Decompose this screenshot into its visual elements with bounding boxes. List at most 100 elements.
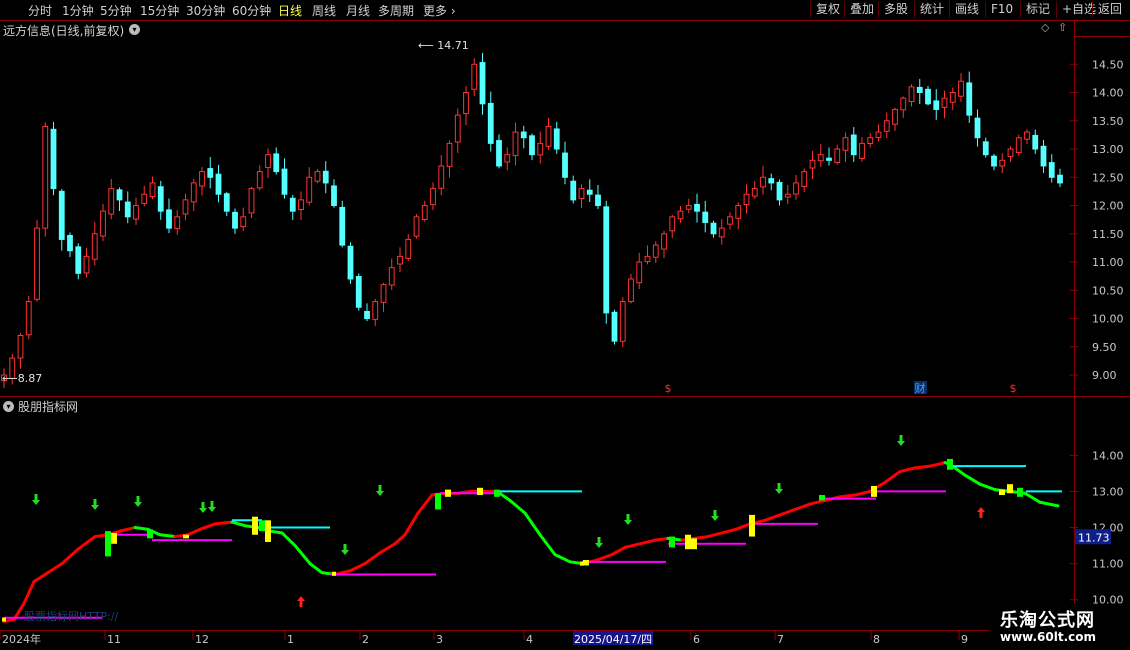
candle-body: [25, 301, 32, 336]
indicator-line-segment: [853, 489, 872, 497]
price-tick-label: 10.00: [1092, 313, 1124, 326]
candle-body: [916, 86, 923, 94]
candle-body: [471, 63, 478, 90]
indicator-line-segment: [403, 511, 420, 537]
signal-bar: [1017, 487, 1023, 497]
candle-body: [628, 278, 634, 303]
candle-body: [850, 134, 857, 156]
indicator-line-segment: [186, 527, 202, 537]
arrow-down-green-icon: [376, 485, 384, 496]
indicator-line-segment: [133, 526, 150, 531]
indicator-line-segment: [523, 511, 542, 537]
price-tick-label: 12.50: [1092, 171, 1124, 184]
arrow-down-green-icon: [199, 502, 207, 513]
candle-body: [520, 131, 527, 139]
candle-body: [991, 155, 997, 167]
candle-body: [834, 148, 841, 163]
candle-body: [875, 131, 882, 139]
candle-body: [677, 210, 684, 220]
indicator-line-segment: [913, 464, 932, 470]
date-label: 2: [362, 633, 369, 646]
watermark: 乐淘公式网 www.60lt.com: [990, 604, 1130, 650]
candle-body: [974, 117, 981, 139]
candle-body: [289, 197, 296, 212]
arrow-down-green-icon: [624, 514, 632, 525]
indicator-line-segment: [308, 562, 324, 575]
indicator-line-segment: [268, 529, 284, 535]
date-label: 9: [961, 633, 968, 646]
candle-body: [215, 173, 222, 195]
indicator-tick-label: 11.00: [1092, 558, 1124, 571]
arrow-down-green-icon: [595, 537, 603, 548]
candle-body: [933, 100, 940, 110]
price-marker-dollar-2: $: [1010, 382, 1017, 395]
indicator-tick-label: 13.00: [1092, 485, 1124, 498]
candle-body: [223, 193, 230, 212]
indicator-line-segment: [46, 562, 64, 575]
signal-bar: [947, 458, 953, 470]
signal-bar: [252, 516, 258, 535]
indicator-line-segment: [158, 533, 177, 539]
indicator-faint-text: 股票指标网HTTP://: [24, 609, 119, 623]
low-price-label: ⟵8.87: [2, 372, 42, 385]
candle-body: [661, 233, 667, 250]
price-tick-label: 12.00: [1092, 200, 1124, 213]
signal-dot: [332, 571, 336, 576]
date-label: 6: [693, 633, 700, 646]
candle-body: [463, 92, 469, 115]
candle-body: [116, 189, 123, 201]
candle-body: [776, 181, 783, 201]
indicator-line-segment: [763, 513, 782, 522]
candle-body: [578, 188, 585, 200]
indicator-line-segment: [883, 470, 902, 484]
kline-chart[interactable]: 14.50 14.00 13.50 13.00 12.50 12.00 11.50 11.00…: [0, 0, 1130, 650]
candle-body: [405, 238, 412, 259]
candle-body: [149, 182, 156, 198]
candle-body: [141, 193, 148, 204]
signal-bar: [691, 538, 697, 550]
candle-body: [322, 170, 329, 184]
signal-dot: [2, 617, 6, 622]
indicator-line-segment: [693, 535, 710, 540]
candle-body: [702, 211, 709, 223]
candle-body: [364, 310, 370, 320]
date-label: 2024年: [2, 632, 41, 646]
candle-body: [347, 245, 354, 280]
indicator-line-segment: [553, 553, 572, 564]
indicator-line-segment: [538, 533, 557, 557]
candle-body: [355, 276, 362, 308]
candle-body: [718, 227, 725, 238]
indicator-line-segment: [808, 498, 827, 506]
candle-body: [75, 246, 82, 274]
candle-body: [232, 211, 238, 229]
candle-body: [388, 267, 395, 286]
current-value-label: 11.73: [1078, 531, 1110, 544]
indicator-line-segment: [293, 544, 312, 566]
signal-bar: [871, 486, 877, 497]
high-price-label: ⟵ 14.71: [418, 39, 469, 52]
candle-body: [298, 199, 304, 210]
candle-body: [966, 82, 973, 116]
candle-body: [430, 188, 436, 206]
candle-body: [669, 216, 676, 232]
price-tick-label: 11.50: [1092, 228, 1124, 241]
candle-body: [42, 125, 49, 229]
candle-body: [256, 171, 263, 189]
arrow-down-green-icon: [775, 483, 783, 494]
candle-body: [166, 209, 172, 229]
watermark-url: www.60lt.com: [1000, 630, 1097, 644]
signal-bar: [1007, 484, 1013, 494]
candle-body: [487, 102, 494, 144]
candle-body: [1015, 137, 1022, 154]
price-tick-label: 13.50: [1092, 115, 1124, 128]
indicator-tick-label: 14.00: [1092, 449, 1124, 462]
indicator-line-segment: [653, 536, 670, 542]
price-tick-label: 9.50: [1092, 341, 1117, 354]
candle-body: [1048, 162, 1055, 178]
candle-body: [454, 114, 461, 143]
price-tick-label: 14.50: [1092, 58, 1124, 71]
indicator-line-segment: [230, 520, 247, 528]
signal-bar: [259, 520, 265, 532]
signal-bar: [749, 514, 755, 537]
indicator-line-segment: [638, 538, 657, 546]
